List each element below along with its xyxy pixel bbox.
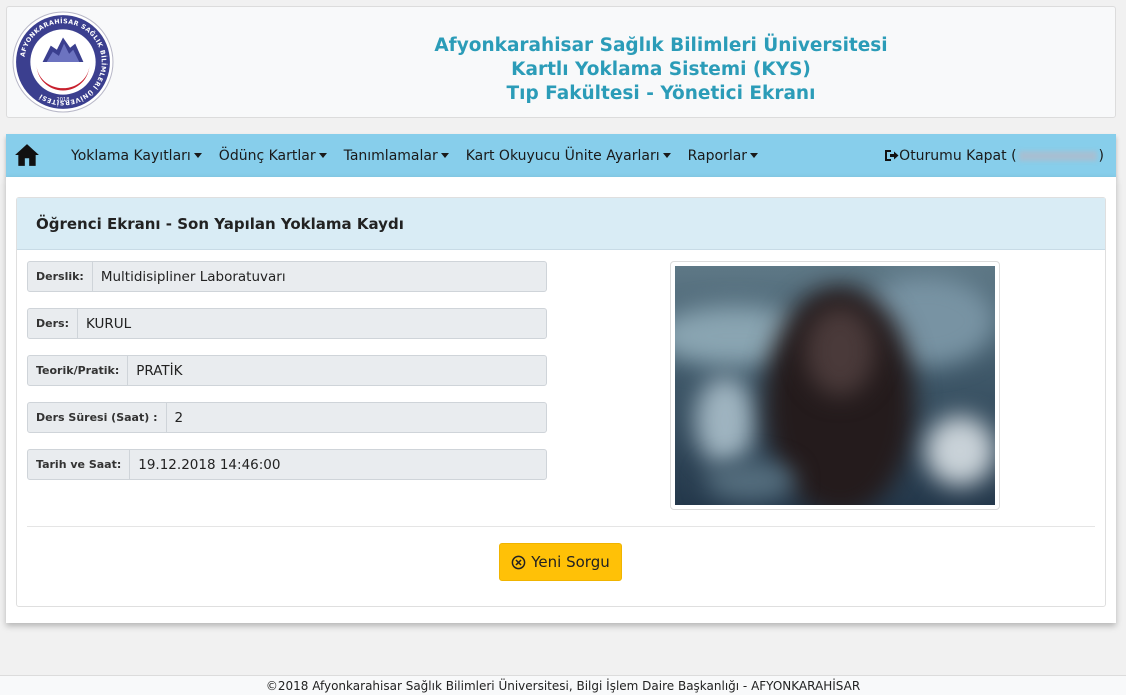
home-icon[interactable] [14,143,40,167]
caret-down-icon [193,153,202,158]
field-teorik-pratik: Teorik/Pratik: PRATİK [27,355,547,386]
new-query-button[interactable]: Yeni Sorgu [499,543,622,581]
nav-label: Ödünç Kartlar [218,147,316,164]
field-value: PRATİK [136,362,183,379]
field-label: Tarih ve Saat: [28,450,131,479]
nav-tanimlamalar[interactable]: Tanımlamalar [344,148,449,164]
circle-x-icon [511,555,526,569]
field-ders-suresi: Ders Süresi (Saat) : 2 [27,402,547,433]
field-label: Ders Süresi (Saat) : [28,403,167,432]
new-query-label: Yeni Sorgu [531,553,610,571]
field-label: Ders: [28,309,78,338]
field-label: Derslik: [28,262,93,291]
nav-kart-okuyucu-unite-ayarlari[interactable]: Kart Okuyucu Ünite Ayarları [466,148,671,164]
divider [27,526,1095,527]
screen-name: Tıp Fakültesi - Yönetici Ekranı [506,83,816,104]
nav-label: Kart Okuyucu Ünite Ayarları [465,147,660,164]
svg-text:2018: 2018 [57,97,70,103]
header-titles: Afyonkarahisar Sağlık Bilimleri Üniversi… [207,34,1115,106]
nav-label: Tanımlamalar [343,147,438,164]
main-navbar: Yoklama Kayıtları Ödünç Kartlar Tanımlam… [6,134,1116,177]
field-value: Multidisipliner Laboratuvarı [100,268,286,285]
logout-link[interactable]: Oturumu Kapat () [884,134,1104,177]
sign-out-icon [885,150,899,161]
student-photo-frame [670,261,1000,510]
university-logo: AFYONKARAHİSAR SAĞLIK BİLİMLERİ ÜNİVERSİ… [12,11,114,113]
caret-down-icon [440,153,449,158]
card-title: Öğrenci Ekranı - Son Yapılan Yoklama Kay… [17,198,1105,250]
page-footer: ©2018 Afyonkarahisar Sağlık Bilimleri Ün… [0,675,1126,695]
nav-yoklama-kayitlari[interactable]: Yoklama Kayıtları [71,148,202,164]
caret-down-icon [662,153,671,158]
caret-down-icon [750,153,759,158]
nav-raporlar[interactable]: Raporlar [687,147,759,164]
main-content: Öğrenci Ekranı - Son Yapılan Yoklama Kay… [6,177,1116,623]
field-ders: Ders: KURUL [27,308,547,339]
logout-close-paren: ) [1098,147,1104,164]
nav-odunc-kartlar[interactable]: Ödünç Kartlar [219,148,327,164]
field-value: 19.12.2018 14:46:00 [138,456,281,473]
field-derslik: Derslik: Multidisipliner Laboratuvarı [27,261,547,292]
field-value: 2 [174,409,184,426]
blurred-username [1018,150,1097,161]
field-value: KURUL [85,315,132,332]
field-tarih-saat: Tarih ve Saat: 19.12.2018 14:46:00 [27,449,547,480]
university-name: Afyonkarahisar Sağlık Bilimleri Üniversi… [434,35,888,56]
attendance-card: Öğrenci Ekranı - Son Yapılan Yoklama Kay… [16,197,1106,607]
caret-down-icon [318,153,327,158]
system-name: Kartlı Yoklama Sistemi (KYS) [511,59,811,80]
field-label: Teorik/Pratik: [28,356,129,385]
student-photo [675,266,995,505]
logout-label: Oturumu Kapat ( [899,147,1017,164]
page-header: AFYONKARAHİSAR SAĞLIK BİLİMLERİ ÜNİVERSİ… [6,6,1116,118]
nav-menu: Yoklama Kayıtları Ödünç Kartlar Tanımlam… [71,134,775,177]
nav-label: Raporlar [687,147,748,164]
nav-label: Yoklama Kayıtları [71,147,191,164]
